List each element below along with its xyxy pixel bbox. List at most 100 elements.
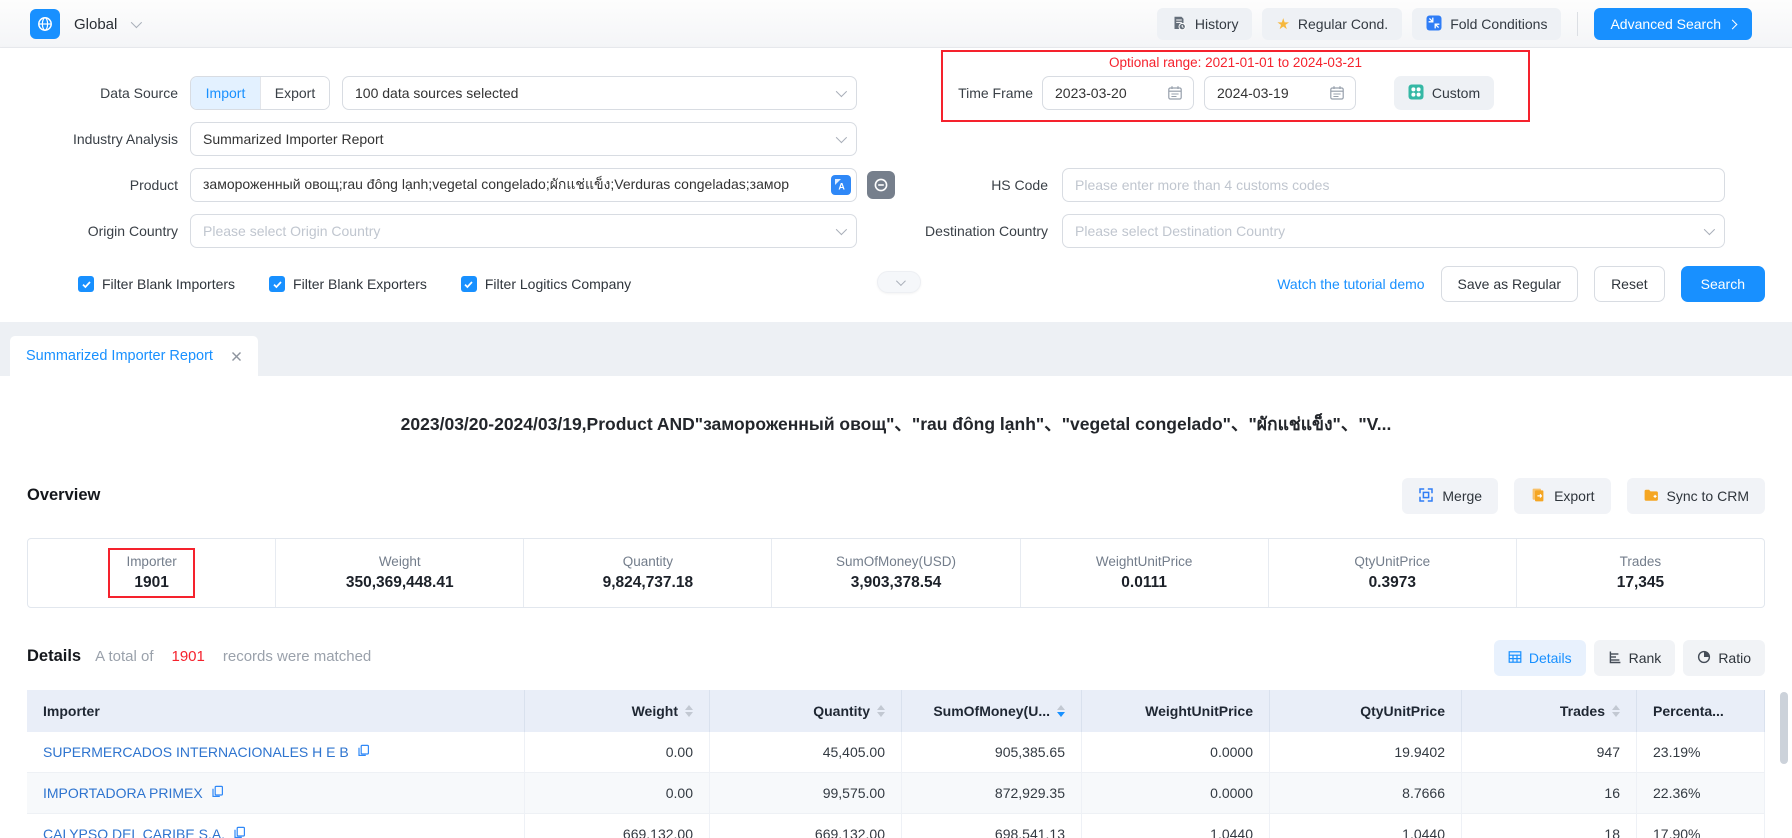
cell-weight: 669,132.00 bbox=[525, 814, 710, 838]
data-source-toggle: Import Export bbox=[190, 76, 330, 110]
custom-range-button[interactable]: Custom bbox=[1394, 76, 1494, 110]
cell-weight: 0.00 bbox=[525, 773, 710, 813]
col-sum-of-money[interactable]: SumOfMoney(U... bbox=[902, 690, 1082, 732]
import-toggle[interactable]: Import bbox=[191, 77, 260, 109]
history-button[interactable]: History bbox=[1157, 8, 1253, 40]
start-date-input[interactable]: 2023-03-20 bbox=[1042, 76, 1194, 110]
hs-code-input[interactable] bbox=[1062, 168, 1725, 202]
stat-value: 350,369,448.41 bbox=[346, 574, 454, 592]
table-header-row: Importer Weight Quantity SumOfMoney(U...… bbox=[27, 690, 1765, 732]
cell-sum-of-money: 905,385.65 bbox=[902, 732, 1082, 772]
tab-details-view[interactable]: Details bbox=[1494, 640, 1586, 676]
globe-icon bbox=[30, 9, 60, 39]
merge-button[interactable]: Merge bbox=[1402, 478, 1498, 514]
industry-analysis-select[interactable]: Summarized Importer Report bbox=[190, 122, 857, 156]
merge-label: Merge bbox=[1442, 488, 1482, 504]
fold-conditions-label: Fold Conditions bbox=[1450, 16, 1547, 32]
cell-quantity: 669,132.00 bbox=[710, 814, 902, 838]
filter-blank-exporters-checkbox[interactable]: Filter Blank Exporters bbox=[269, 276, 427, 292]
data-sources-select[interactable]: 100 data sources selected bbox=[342, 76, 857, 110]
importer-name-link[interactable]: SUPERMERCADOS INTERNACIONALES H E B bbox=[43, 744, 349, 760]
tutorial-link[interactable]: Watch the tutorial demo bbox=[1277, 276, 1424, 292]
svg-text:A: A bbox=[838, 182, 845, 192]
close-icon[interactable] bbox=[231, 351, 242, 362]
sync-to-crm-label: Sync to CRM bbox=[1667, 488, 1749, 504]
col-weight[interactable]: Weight bbox=[525, 690, 710, 732]
col-quantity[interactable]: Quantity bbox=[710, 690, 902, 732]
star-icon bbox=[1276, 15, 1289, 33]
sort-carets[interactable] bbox=[877, 705, 885, 717]
cell-qty-unit-price: 19.9402 bbox=[1270, 732, 1462, 772]
reset-button[interactable]: Reset bbox=[1594, 266, 1665, 302]
cell-sum-of-money: 698,541.13 bbox=[902, 814, 1082, 838]
folder-sync-icon bbox=[1643, 487, 1659, 506]
advanced-search-button[interactable]: Advanced Search bbox=[1594, 8, 1752, 40]
optional-range-text: Optional range: 2021-01-01 to 2024-03-21 bbox=[943, 55, 1528, 70]
history-icon bbox=[1171, 15, 1187, 34]
time-frame-highlight-box: Optional range: 2021-01-01 to 2024-03-21… bbox=[941, 50, 1530, 122]
table-row[interactable]: IMPORTADORA PRIMEX 0.00 99,575.00 872,92… bbox=[27, 773, 1765, 814]
stat-weight-unit-price: WeightUnitPrice 0.0111 bbox=[1021, 539, 1269, 607]
report-content: 2023/03/20-2024/03/19,Product AND"заморо… bbox=[0, 376, 1792, 838]
chevron-down-icon bbox=[895, 276, 905, 286]
details-total-prefix: A total of bbox=[95, 648, 153, 665]
copy-icon[interactable] bbox=[211, 785, 224, 801]
collapse-conditions-toggle[interactable] bbox=[877, 271, 921, 293]
save-as-regular-button[interactable]: Save as Regular bbox=[1441, 266, 1579, 302]
calendar-icon[interactable] bbox=[1329, 85, 1345, 101]
regular-cond-label: Regular Cond. bbox=[1298, 16, 1388, 32]
sort-carets[interactable] bbox=[685, 705, 693, 717]
destination-country-select[interactable]: Please select Destination Country bbox=[1062, 214, 1725, 248]
copy-icon[interactable] bbox=[357, 744, 370, 760]
merge-icon bbox=[1418, 487, 1434, 506]
table-row[interactable]: CALYPSO DEL CARIBE S.A. 669,132.00 669,1… bbox=[27, 814, 1765, 838]
tab-rank-view[interactable]: Rank bbox=[1594, 640, 1676, 676]
cell-qty-unit-price: 8.7666 bbox=[1270, 773, 1462, 813]
regular-cond-button[interactable]: Regular Cond. bbox=[1262, 8, 1402, 40]
product-input[interactable] bbox=[190, 168, 857, 202]
cell-percentage: 23.19% bbox=[1637, 732, 1765, 772]
cell-quantity: 99,575.00 bbox=[710, 773, 902, 813]
importer-highlight-box: Importer 1901 bbox=[108, 548, 194, 598]
sync-to-crm-button[interactable]: Sync to CRM bbox=[1627, 478, 1765, 514]
export-toggle[interactable]: Export bbox=[260, 77, 329, 109]
search-button[interactable]: Search bbox=[1681, 266, 1765, 302]
sort-carets-active-desc[interactable] bbox=[1057, 705, 1065, 717]
stat-label: QtyUnitPrice bbox=[1354, 554, 1430, 569]
scrollbar-thumb[interactable] bbox=[1780, 692, 1788, 764]
pie-icon bbox=[1697, 650, 1711, 667]
advanced-search-label: Advanced Search bbox=[1610, 16, 1721, 32]
chevron-down-icon bbox=[1704, 224, 1715, 235]
table-row[interactable]: SUPERMERCADOS INTERNACIONALES H E B 0.00… bbox=[27, 732, 1765, 773]
stat-label: WeightUnitPrice bbox=[1096, 554, 1193, 569]
stat-qty-unit-price: QtyUnitPrice 0.3973 bbox=[1269, 539, 1517, 607]
stat-value: 0.0111 bbox=[1121, 574, 1167, 592]
details-total-count: 1901 bbox=[167, 648, 208, 665]
origin-country-placeholder: Please select Origin Country bbox=[203, 223, 380, 239]
origin-country-select[interactable]: Please select Origin Country bbox=[190, 214, 857, 248]
end-date-input[interactable]: 2024-03-19 bbox=[1204, 76, 1356, 110]
calendar-icon[interactable] bbox=[1167, 85, 1183, 101]
col-trades[interactable]: Trades bbox=[1462, 690, 1637, 732]
translate-icon[interactable]: A bbox=[831, 175, 851, 195]
cell-weight-unit-price: 1.0440 bbox=[1082, 814, 1270, 838]
importer-name-link[interactable]: IMPORTADORA PRIMEX bbox=[43, 785, 203, 801]
tab-summarized-importer-report[interactable]: Summarized Importer Report bbox=[10, 336, 258, 376]
filter-logitics-company-checkbox[interactable]: Filter Logitics Company bbox=[461, 276, 631, 292]
sort-carets[interactable] bbox=[1612, 705, 1620, 717]
cell-quantity: 45,405.00 bbox=[710, 732, 902, 772]
export-button[interactable]: Export bbox=[1514, 478, 1610, 514]
importer-name-link[interactable]: CALYPSO DEL CARIBE S.A. bbox=[43, 826, 225, 838]
details-heading-row: Details A total of 1901 records were mat… bbox=[27, 638, 371, 674]
cell-weight-unit-price: 0.0000 bbox=[1082, 773, 1270, 813]
filter-blank-importers-checkbox[interactable]: Filter Blank Importers bbox=[78, 276, 235, 292]
fold-conditions-button[interactable]: Fold Conditions bbox=[1412, 8, 1561, 40]
stat-importer: Importer 1901 bbox=[28, 539, 276, 607]
topbar-divider bbox=[1577, 12, 1578, 36]
tab-ratio-view[interactable]: Ratio bbox=[1683, 640, 1765, 676]
copy-icon[interactable] bbox=[233, 826, 246, 838]
table-body: SUPERMERCADOS INTERNACIONALES H E B 0.00… bbox=[27, 732, 1765, 838]
region-selector[interactable]: Global bbox=[30, 9, 139, 39]
origin-country-label: Origin Country bbox=[0, 214, 178, 248]
table-scrollbar[interactable] bbox=[1780, 692, 1788, 836]
